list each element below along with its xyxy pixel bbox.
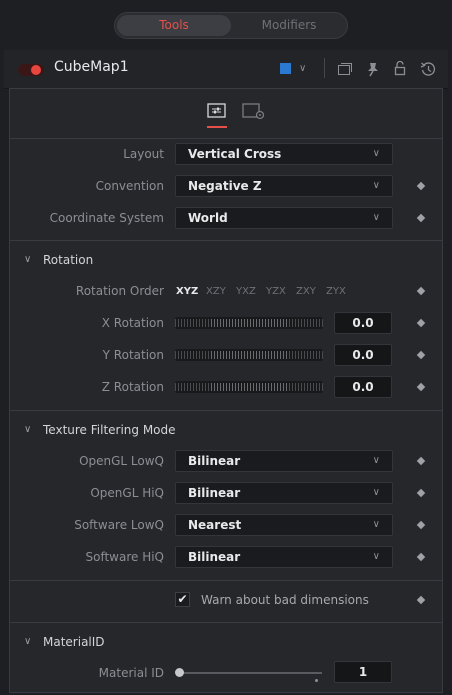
- layout-label: Layout: [123, 147, 164, 161]
- rotation-collapse-chevron-icon[interactable]: ∨: [24, 254, 31, 265]
- active-tab-indicator: [207, 126, 227, 128]
- convention-label: Convention: [95, 179, 164, 193]
- opengl-hiq-dropdown[interactable]: Bilinear ∨: [175, 482, 393, 504]
- chevron-down-icon: ∨: [372, 519, 380, 530]
- layout-value: Vertical Cross: [188, 147, 282, 161]
- layout-dropdown[interactable]: Vertical Cross ∨: [175, 143, 393, 165]
- rotation-section-title[interactable]: Rotation: [43, 253, 93, 267]
- x-rotation-thumbwheel[interactable]: [175, 317, 323, 329]
- x-rotation-label: X Rotation: [101, 316, 164, 330]
- reset-icon[interactable]: [420, 61, 436, 77]
- color-chevron-down-icon[interactable]: ∨: [299, 63, 306, 74]
- tool-name[interactable]: CubeMap1: [54, 59, 129, 75]
- software-lowq-value: Nearest: [188, 518, 242, 532]
- z-rotation-input[interactable]: 0.0: [334, 376, 392, 398]
- materialid-collapse-chevron-icon[interactable]: ∨: [24, 636, 31, 647]
- y-rotation-input[interactable]: 0.0: [334, 344, 392, 366]
- controls-tab-icon[interactable]: [207, 103, 227, 119]
- convention-dropdown[interactable]: Negative Z ∨: [175, 175, 393, 197]
- filtering-collapse-chevron-icon[interactable]: ∨: [24, 424, 31, 435]
- divider: [10, 138, 442, 139]
- z-rotation-thumbwheel[interactable]: [175, 381, 323, 393]
- tab-tools[interactable]: Tools: [117, 15, 231, 36]
- rotation-order-yxz[interactable]: YXZ: [236, 286, 256, 297]
- coordinate-system-value: World: [188, 211, 228, 225]
- chevron-down-icon: ∨: [372, 148, 380, 159]
- tab-modifiers[interactable]: Modifiers: [233, 15, 345, 36]
- y-rotation-label: Y Rotation: [102, 348, 164, 362]
- chevron-down-icon: ∨: [372, 180, 380, 191]
- lock-icon[interactable]: [394, 60, 406, 76]
- software-lowq-label: Software LowQ: [74, 518, 164, 532]
- divider: [10, 410, 442, 411]
- y-rotation-thumbwheel[interactable]: [175, 349, 323, 361]
- material-id-input[interactable]: 1: [334, 661, 392, 683]
- opengl-lowq-label: OpenGL LowQ: [79, 454, 164, 468]
- tool-header: CubeMap1 ∨: [4, 50, 448, 89]
- settings-tab-icon[interactable]: [242, 103, 266, 121]
- x-rotation-input[interactable]: 0.0: [334, 312, 392, 334]
- slider-default-marker: [315, 679, 318, 682]
- warn-bad-dimensions-checkbox[interactable]: ✔: [175, 592, 190, 607]
- software-lowq-dropdown[interactable]: Nearest ∨: [175, 514, 393, 536]
- opengl-lowq-dropdown[interactable]: Bilinear ∨: [175, 450, 393, 472]
- coordinate-system-dropdown[interactable]: World ∨: [175, 207, 393, 229]
- convention-value: Negative Z: [188, 179, 262, 193]
- color-swatch[interactable]: [280, 63, 291, 74]
- divider: [10, 580, 442, 581]
- rotation-order-zxy[interactable]: ZXY: [296, 286, 316, 297]
- rotation-order-xzy[interactable]: XZY: [206, 286, 226, 297]
- tool-enable-toggle[interactable]: [18, 64, 44, 76]
- rotation-order-zyx[interactable]: ZYX: [326, 286, 346, 297]
- chevron-down-icon: ∨: [372, 212, 380, 223]
- material-id-slider-knob[interactable]: [175, 668, 184, 677]
- chevron-down-icon: ∨: [372, 487, 380, 498]
- material-id-slider-track[interactable]: [178, 672, 322, 674]
- opengl-lowq-value: Bilinear: [188, 454, 241, 468]
- copy-window-icon[interactable]: [337, 62, 353, 76]
- opengl-hiq-value: Bilinear: [188, 486, 241, 500]
- rotation-order-yzx[interactable]: YZX: [266, 286, 286, 297]
- divider: [10, 622, 442, 623]
- warn-bad-dimensions-label: Warn about bad dimensions: [201, 593, 369, 607]
- tool-modifier-tabbar: Tools Modifiers: [114, 12, 348, 39]
- divider: [10, 240, 442, 241]
- opengl-hiq-label: OpenGL HiQ: [90, 486, 164, 500]
- material-id-label: Material ID: [98, 666, 164, 680]
- software-hiq-label: Software HiQ: [85, 550, 164, 564]
- rotation-order-label: Rotation Order: [75, 284, 164, 298]
- coordinate-system-label: Coordinate System: [49, 211, 164, 225]
- z-rotation-label: Z Rotation: [101, 380, 164, 394]
- pin-icon[interactable]: [366, 61, 380, 77]
- rotation-order-xyz[interactable]: XYZ: [176, 286, 198, 297]
- filtering-section-title[interactable]: Texture Filtering Mode: [43, 423, 176, 437]
- software-hiq-dropdown[interactable]: Bilinear ∨: [175, 546, 393, 568]
- chevron-down-icon: ∨: [372, 551, 380, 562]
- materialid-section-title[interactable]: MaterialID: [43, 635, 105, 649]
- software-hiq-value: Bilinear: [188, 550, 241, 564]
- header-separator: [324, 58, 325, 78]
- chevron-down-icon: ∨: [372, 455, 380, 466]
